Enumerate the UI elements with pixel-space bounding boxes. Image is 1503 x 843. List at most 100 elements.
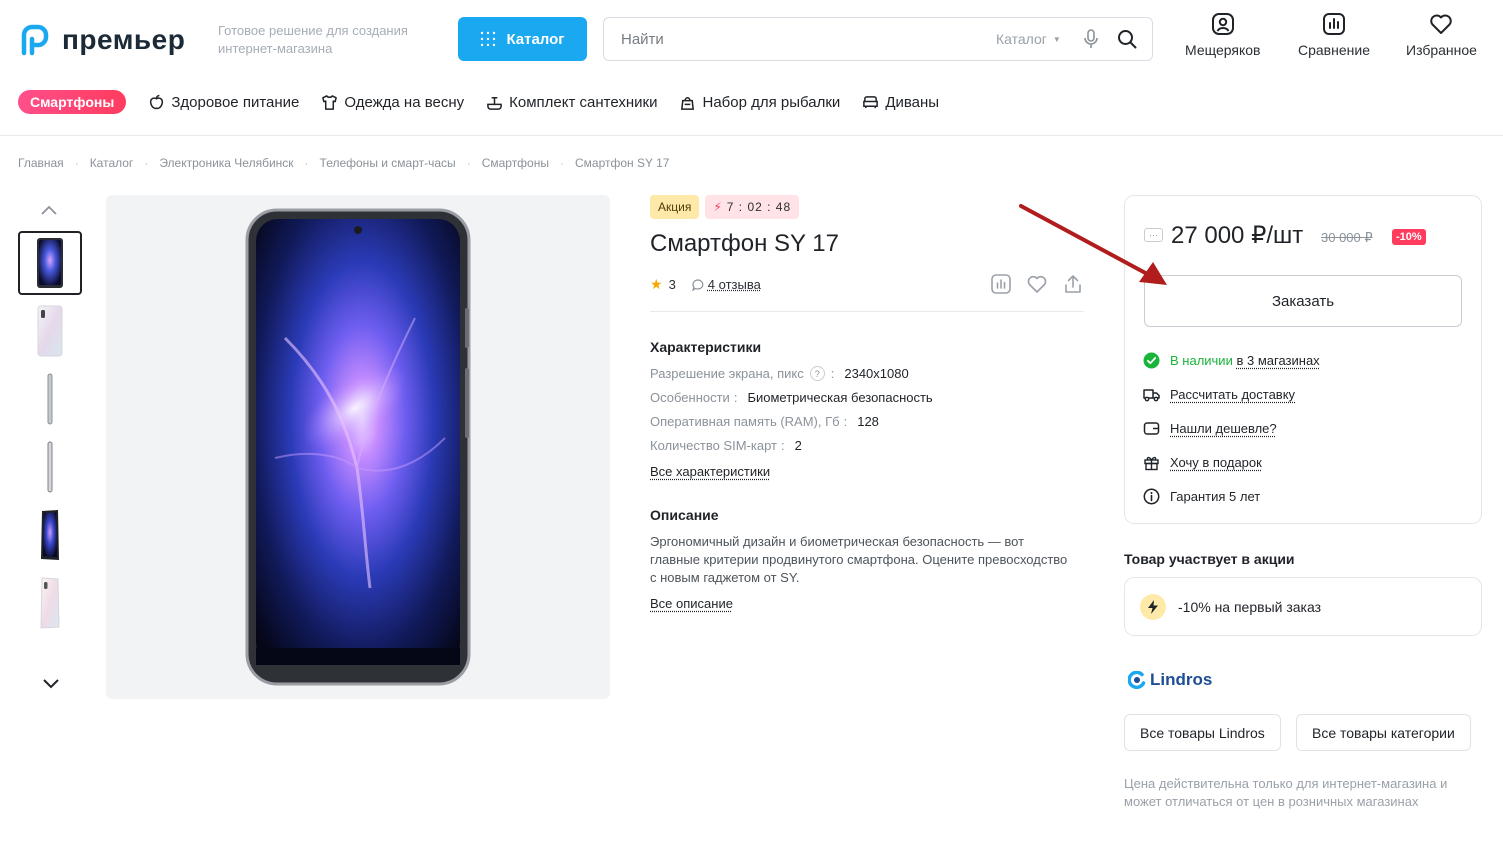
compare-icon	[1322, 13, 1345, 35]
header-action-compare[interactable]: Сравнение	[1298, 12, 1370, 58]
truck-icon	[1143, 389, 1160, 402]
warranty-row: Гарантия 5 лет	[1143, 488, 1260, 505]
breadcrumb-item[interactable]: Главная	[18, 156, 64, 170]
phone-image	[245, 208, 471, 686]
info-icon	[1143, 488, 1160, 505]
check-circle-icon	[1143, 352, 1160, 369]
wallet-icon	[1143, 422, 1160, 435]
gift-icon	[1144, 456, 1159, 471]
product-title: Смартфон SY 17	[650, 230, 839, 257]
delivery-link: Рассчитать доставку	[1170, 387, 1296, 402]
phone-thumbnail-image	[47, 373, 53, 425]
header-action-label: Сравнение	[1298, 42, 1370, 58]
spec-value: 2340x1080	[844, 366, 909, 381]
annotation-arrow	[1019, 204, 1167, 285]
category-item-sofas[interactable]: Диваны	[862, 94, 939, 111]
heart-icon	[1430, 14, 1453, 34]
logo-icon	[21, 24, 49, 56]
promo-card[interactable]: -10% на первый заказ	[1124, 577, 1482, 636]
cheaper-link: Нашли дешевле?	[1170, 421, 1277, 436]
thumbnail-back[interactable]	[18, 299, 82, 363]
all-brand-products-button[interactable]: Все товары Lindros	[1124, 714, 1281, 751]
spec-row: Особенности: Биометрическая безопасность	[650, 390, 933, 405]
product-main-image[interactable]	[106, 195, 610, 699]
search-scope-select[interactable]: Каталог ▼	[996, 31, 1061, 47]
delivery-row[interactable]: Рассчитать доставку	[1143, 386, 1295, 403]
reviews-link-label: 4 отзыва	[707, 277, 761, 292]
characteristics-title: Характеристики	[650, 339, 762, 355]
microphone-button[interactable]	[1079, 27, 1103, 51]
description-title: Описание	[650, 507, 719, 523]
warranty-label: Гарантия 5 лет	[1170, 489, 1261, 504]
all-description-link[interactable]: Все описание	[650, 596, 733, 611]
thumbnail-strip	[18, 231, 82, 639]
category-item-label: Набор для рыбалки	[702, 93, 841, 111]
search-icon	[1117, 30, 1137, 49]
category-pill-smartphones[interactable]: Смартфоны	[18, 90, 127, 114]
category-item-fishing-kit[interactable]: Набор для рыбалки	[679, 94, 840, 111]
compare-icon[interactable]	[990, 273, 1012, 295]
thumbnail-side-2[interactable]	[18, 435, 82, 499]
category-item-label: Одежда на весну	[344, 93, 465, 111]
cheaper-row[interactable]: Нашли дешевле?	[1143, 420, 1277, 437]
category-item-healthy-food[interactable]: Здоровое питание	[148, 94, 299, 111]
promo-title: Товар участвует в акции	[1124, 551, 1295, 567]
spec-row: Оперативная память (RAM), Гб: 128	[650, 414, 879, 429]
thumbnail-angle-front[interactable]	[18, 503, 82, 567]
header-action-favorites[interactable]: Избранное	[1406, 12, 1477, 58]
catalog-button[interactable]: Каталог	[458, 17, 587, 61]
countdown-timer: ⚡ 7 : 02 : 48	[705, 195, 800, 219]
search-input[interactable]	[604, 19, 984, 59]
logo-text: премьер	[62, 24, 186, 55]
logo[interactable]: премьер	[18, 22, 185, 58]
stock-row: В наличии в 3 магазинах	[1143, 352, 1320, 369]
spec-value: 2	[794, 438, 802, 453]
description-text: Эргономичный дизайн и биометрическая без…	[650, 534, 1068, 585]
breadcrumb-item[interactable]: Каталог	[90, 156, 134, 170]
spec-name: Особенности	[650, 390, 730, 405]
brand-logo[interactable]: Lindros	[1128, 670, 1212, 690]
header-action-label: Избранное	[1406, 42, 1477, 58]
stores-link[interactable]: в 3 магазинах	[1236, 353, 1319, 368]
phone-thumbnail-image	[40, 577, 60, 629]
countdown-timer-value: 7 : 02 : 48	[726, 200, 792, 214]
spec-row: Разрешение экрана, пикс ? : 2340x1080	[650, 366, 909, 381]
phone-thumbnail-image	[37, 238, 63, 288]
category-item-label: Диваны	[885, 93, 940, 111]
search-button[interactable]	[1115, 27, 1139, 51]
header-action-account[interactable]: Мещеряков	[1185, 12, 1260, 58]
spec-value: 128	[857, 414, 879, 429]
breadcrumb-item[interactable]: Электроника Челябинск	[159, 156, 293, 170]
product-badges: Акция ⚡ 7 : 02 : 48	[650, 195, 800, 219]
category-item-plumbing-set[interactable]: Комплект сантехники	[486, 94, 657, 111]
gift-row[interactable]: Хочу в подарок	[1143, 454, 1262, 471]
lightning-icon	[1140, 593, 1166, 620]
spec-row: Количество SIM-карт: 2	[650, 438, 802, 453]
reviews-link[interactable]: 4 отзыва	[691, 277, 761, 292]
thumbnail-front[interactable]	[18, 231, 82, 295]
thumbnail-angle-back[interactable]	[18, 571, 82, 635]
bag-icon	[681, 96, 695, 110]
discount-badge: -10%	[1392, 229, 1426, 245]
apple-icon	[150, 94, 164, 109]
header-action-label: Мещеряков	[1185, 42, 1261, 58]
all-category-products-button[interactable]: Все товары категории	[1296, 714, 1471, 751]
category-item-spring-clothes[interactable]: Одежда на весну	[321, 94, 464, 111]
breadcrumb-item[interactable]: Телефоны и смарт-часы	[320, 156, 456, 170]
catalog-button-label: Каталог	[506, 30, 565, 48]
rating-value: 3	[668, 277, 676, 292]
breadcrumb-item[interactable]: Смартфоны	[482, 156, 549, 170]
lightning-icon: ⚡	[713, 200, 723, 214]
chevron-down-icon: ▼	[1052, 34, 1061, 44]
help-icon[interactable]: ?	[809, 366, 825, 381]
thumbnail-side-1[interactable]	[18, 367, 82, 431]
phone-thumbnail-image	[41, 510, 59, 560]
all-specs-link[interactable]: Все характеристики	[650, 464, 770, 479]
rating-row: ★ 3 4 отзыва	[650, 276, 761, 293]
search-bar: Каталог ▼	[603, 17, 1153, 61]
search-scope-label: Каталог	[996, 31, 1047, 47]
spec-name: Количество SIM-карт	[650, 438, 777, 453]
chevron-down-icon[interactable]	[40, 674, 62, 694]
chevron-up-icon[interactable]	[38, 200, 60, 220]
sale-badge: Акция	[650, 195, 700, 219]
